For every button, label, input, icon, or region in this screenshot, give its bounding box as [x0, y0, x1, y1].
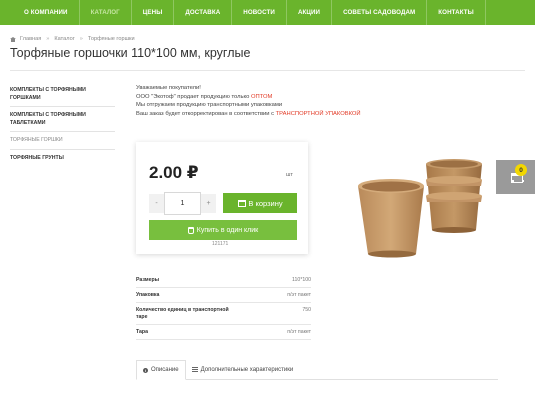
nav-item-gardening-tips[interactable]: Советы садоводам — [332, 0, 428, 25]
spec-row: Количество единиц в транспортной таре 75… — [136, 303, 311, 325]
breadcrumb: Главная » Каталог » Торфяные горшки — [10, 36, 135, 42]
quantity-input[interactable] — [164, 192, 201, 215]
buy-one-click-label: Купить в один клик — [196, 226, 259, 234]
sidebar-item-peat-tablet-kits[interactable]: Комплекты с торфяными таблетками — [10, 107, 115, 132]
nav-item-contacts[interactable]: Контакты — [427, 0, 486, 25]
buy-one-click-button[interactable]: Купить в один клик — [149, 220, 297, 240]
price-unit: шт — [286, 172, 293, 178]
quantity-increase-button[interactable]: + — [201, 194, 216, 213]
add-to-cart-button[interactable]: В корзину — [223, 193, 297, 213]
spec-row: Тара п/эт пакет — [136, 325, 311, 340]
tab-label: Дополнительные характеристики — [200, 366, 294, 373]
notice-line: ООО "Экотоф" продает продукцию только оп… — [136, 93, 273, 100]
front-pot — [358, 179, 424, 258]
tab-label: Описание — [151, 367, 179, 373]
tab-description[interactable]: i Описание — [136, 360, 186, 380]
product-code: 121171 — [212, 241, 229, 247]
spec-value: п/эт пакет — [287, 329, 311, 335]
notice-line: Уважаемые покупатели! — [136, 85, 201, 91]
add-to-cart-label: В корзину — [248, 198, 283, 208]
breadcrumb-separator: » — [46, 36, 50, 42]
notice-line: Ваш заказ будет откорректирован в соотве… — [136, 110, 361, 117]
product-price: 2.00 ₽ — [149, 163, 199, 182]
list-icon — [191, 367, 198, 372]
sidebar-item-peat-soils[interactable]: Торфяные грунты — [10, 150, 115, 167]
spec-label: Размеры — [136, 277, 160, 283]
spec-value: 110*100 — [292, 277, 311, 283]
stacked-pots — [426, 159, 482, 233]
nav-item-about[interactable]: О компании — [0, 0, 80, 25]
sidebar: Комплекты с торфяными горшками Комплекты… — [10, 82, 115, 166]
info-icon: i — [143, 367, 148, 373]
notice-line: Мы отгружаем продукцию транспортными упа… — [136, 102, 283, 109]
nav-item-prices[interactable]: Цены — [132, 0, 175, 25]
cart-count-badge: 0 — [515, 164, 527, 176]
nav-item-promotions[interactable]: Акции — [287, 0, 333, 25]
spec-value: п/эт пакет — [287, 292, 311, 298]
cart-icon — [237, 200, 247, 207]
spec-row: Упаковка п/эт пакет — [136, 288, 311, 303]
spec-label: Количество единиц в транспортной таре — [136, 307, 229, 320]
notice-highlight: транспортной упаковкой — [275, 110, 361, 117]
wholesale-notice: Уважаемые покупатели! ООО "Экотоф" прода… — [136, 84, 361, 118]
spec-label: Тара — [136, 329, 148, 335]
top-nav: О компании Каталог Цены Доставка Новости… — [0, 0, 535, 25]
sidebar-item-peat-pots[interactable]: Торфяные горшки — [10, 132, 115, 150]
spec-label: Упаковка — [136, 292, 160, 298]
nav-item-delivery[interactable]: Доставка — [174, 0, 233, 25]
title-divider — [10, 70, 525, 71]
hand-pointer-icon — [187, 226, 194, 234]
breadcrumb-current: Торфяные горшки — [87, 36, 135, 42]
breadcrumb-home[interactable]: Главная — [20, 36, 41, 42]
nav-item-catalog[interactable]: Каталог — [80, 0, 132, 25]
sidebar-item-peat-pot-kits[interactable]: Комплекты с торфяными горшками — [10, 82, 115, 107]
page-title: Торфяные горшочки 110*100 мм, круглые — [10, 46, 251, 60]
product-buy-card: 2.00 ₽ шт - + В корзину Купить в один кл… — [136, 142, 308, 254]
tab-additional-characteristics[interactable]: Дополнительные характеристики — [186, 360, 300, 379]
breadcrumb-separator: » — [79, 36, 83, 42]
product-tabs: i Описание Дополнительные характеристики — [136, 360, 498, 380]
home-icon — [10, 36, 16, 42]
product-image[interactable] — [352, 150, 486, 260]
nav-item-news[interactable]: Новости — [232, 0, 287, 25]
breadcrumb-catalog[interactable]: Каталог — [54, 36, 74, 42]
spec-value: 750 — [302, 307, 311, 313]
quantity-decrease-button[interactable]: - — [149, 194, 164, 213]
spec-row: Размеры 110*100 — [136, 273, 311, 288]
notice-highlight: оптом — [251, 93, 273, 100]
specs-table: Размеры 110*100 Упаковка п/эт пакет Коли… — [136, 273, 311, 340]
